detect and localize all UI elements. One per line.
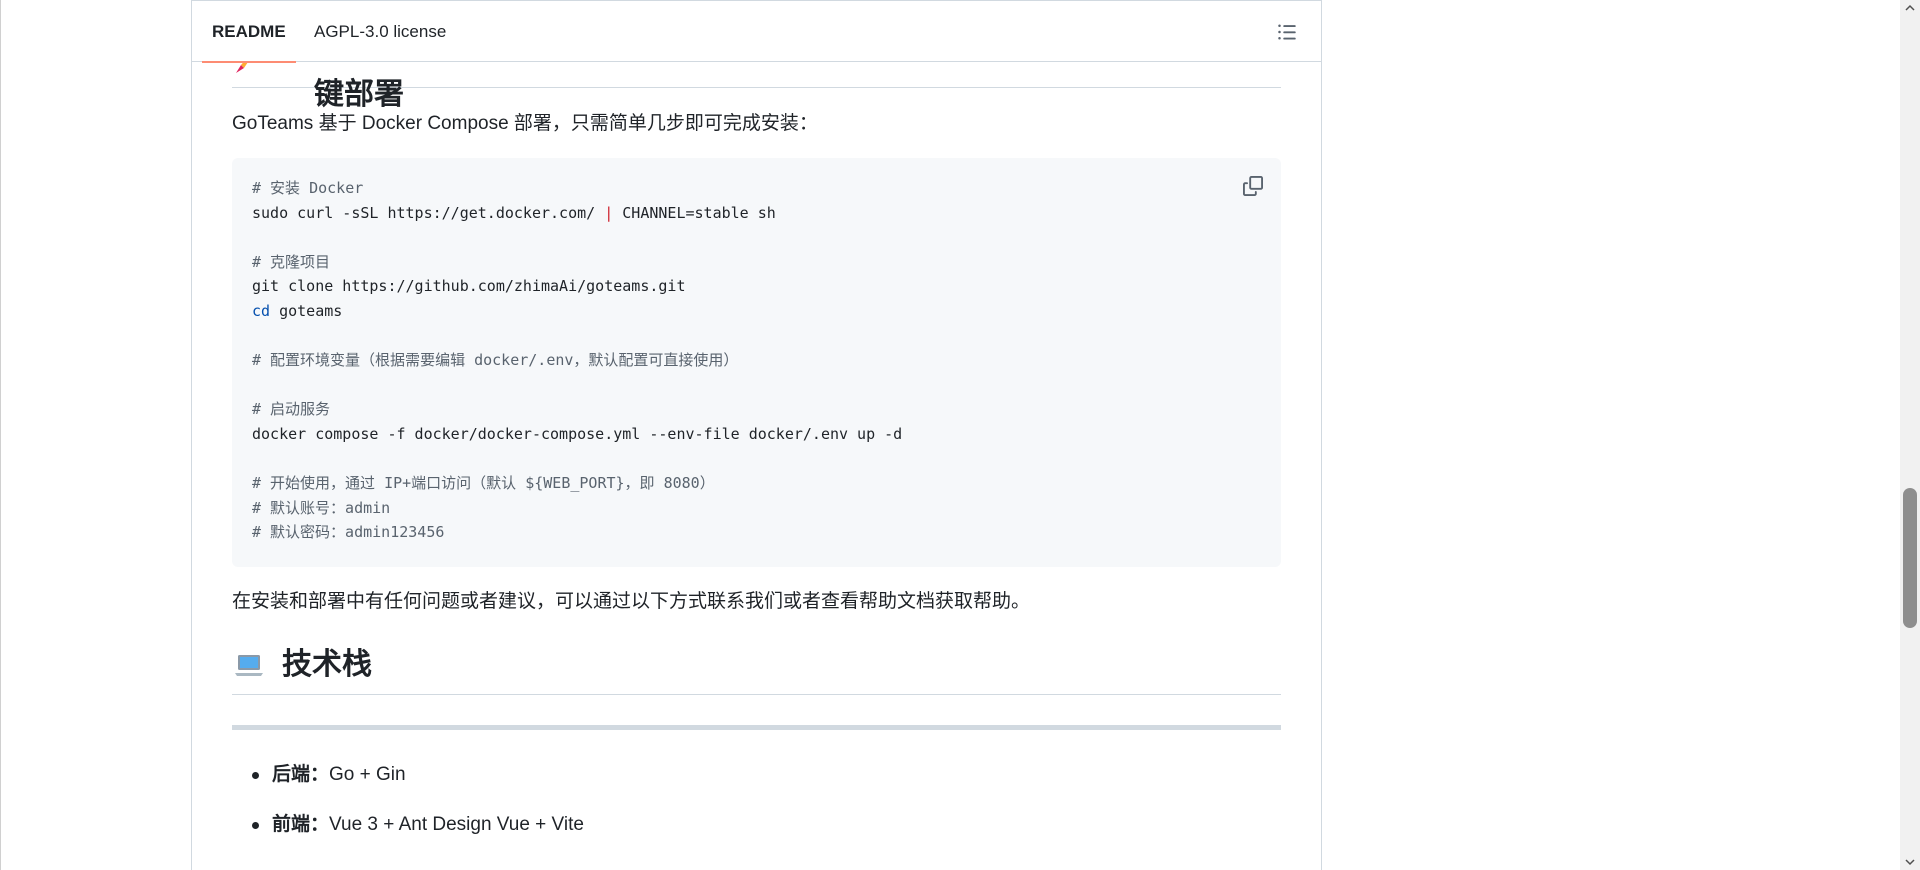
copy-icon (1243, 176, 1263, 196)
list-item-label: 后端 (272, 764, 311, 785)
vertical-scrollbar[interactable] (1900, 0, 1920, 870)
list-item-value: Vue 3 + Ant Design Vue + Vite (329, 814, 584, 835)
copy-button[interactable] (1239, 172, 1267, 200)
code-token: # 启动服务 (252, 400, 331, 419)
deploy-heading-text: 键部署 (314, 78, 404, 111)
scrollbar-thumb[interactable] (1903, 488, 1917, 628)
code-token: # 安装 Docker (252, 179, 364, 197)
bullet (252, 772, 259, 779)
code-token: # 默认账号：admin (252, 498, 391, 517)
tech-stack-heading: 技术栈 (232, 641, 1281, 695)
code-token: # 开始使用，通过 IP+端口访问（默认 ${WEB_PORT}，即 8080） (252, 474, 715, 493)
code-line: docker compose -f docker/docker-compose.… (252, 422, 1261, 447)
tab-readme-label: README (212, 21, 286, 41)
arrow-down-icon (1905, 859, 1915, 866)
outline-button[interactable] (1271, 17, 1303, 47)
readme-header: README AGPL-3.0 license (192, 0, 1321, 63)
code-line: # 安装 Docker (252, 176, 1261, 201)
list-unordered-icon (1278, 24, 1296, 40)
code-token: | (604, 203, 614, 222)
list-item-value: Go + Gin (329, 764, 406, 785)
active-tab-underline (202, 61, 296, 63)
code-token: # 配置环境变量（根据需要编辑 docker/.env，默认配置可直接使用） (252, 351, 739, 370)
code-line: # 克隆项目 (252, 250, 1261, 275)
code-token: sudo curl -sSL https://get.docker.com/ (252, 203, 605, 222)
scroll-up-button[interactable] (1900, 0, 1920, 16)
code-line: git clone https://github.com/zhimaAi/got… (252, 274, 1261, 299)
bullet (252, 822, 259, 829)
code-line: # 默认密码：admin123456 (252, 520, 1261, 545)
code-block[interactable]: # 安装 Docker sudo curl -sSL https://get.do… (232, 158, 1281, 567)
deploy-help-text: 在安装和部署中有任何问题或者建议，可以通过以下方式联系我们或者查看帮助文档获取帮… (232, 591, 1031, 612)
laptop-icon (235, 655, 263, 676)
code-token: CHANNEL=stable sh (613, 203, 776, 222)
code-line: # 配置环境变量（根据需要编辑 docker/.env，默认配置可直接使用） (252, 348, 1261, 373)
scroll-down-button[interactable] (1900, 854, 1920, 870)
tech-stack-heading-text: 技术栈 (282, 648, 372, 681)
list-item-label: 前端 (272, 814, 311, 835)
code-token: git clone https://github.com/zhimaAi/got… (252, 277, 686, 296)
code-line: # 默认账号：admin (252, 496, 1261, 521)
code-line: cd goteams (252, 299, 1261, 324)
tab-license-label: AGPL-3.0 license (314, 21, 447, 41)
horizontal-rule (232, 725, 1281, 730)
deploy-intro-text: GoTeams 基于 Docker Compose 部署，只需简单几步即可完成安… (232, 113, 818, 134)
list-item-separator: ： (310, 814, 330, 835)
code-line: # 开始使用，通过 IP+端口访问（默认 ${WEB_PORT}，即 8080） (252, 471, 1261, 496)
code-line: # 启动服务 (252, 397, 1261, 422)
arrow-up-icon (1905, 4, 1915, 11)
readme-container: 键部署 GoTeams 基于 Docker Compose 部署，只需简单几步即… (191, 0, 1322, 870)
tech-stack-list: 后端：Go + Gin 前端：Vue 3 + Ant Design Vue + … (232, 760, 1281, 860)
code-line: sudo curl -sSL https://get.docker.com/ |… (252, 201, 1261, 226)
code-token: # 默认密码：admin123456 (252, 523, 445, 542)
code-token: # 克隆项目 (252, 252, 331, 271)
code-token: docker compose -f docker/docker-compose.… (252, 424, 903, 443)
list-item: 前端：Vue 3 + Ant Design Vue + Vite (232, 810, 1281, 860)
code-token: cd (252, 301, 271, 320)
tab-readme[interactable]: README (202, 1, 296, 63)
window-left-edge (0, 0, 9, 870)
code-token: goteams (270, 301, 343, 320)
tab-license[interactable]: AGPL-3.0 license (314, 1, 446, 62)
list-item-separator: ： (310, 764, 330, 785)
code-lines: # 安装 Docker sudo curl -sSL https://get.do… (252, 176, 1261, 545)
page: 键部署 GoTeams 基于 Docker Compose 部署，只需简单几步即… (0, 0, 1920, 870)
list-item: 后端：Go + Gin (232, 760, 1281, 810)
